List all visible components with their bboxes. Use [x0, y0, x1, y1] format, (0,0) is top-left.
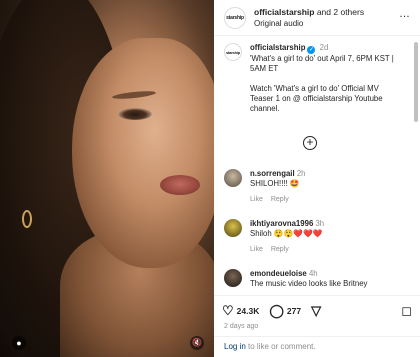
user-icon[interactable]: ●	[12, 336, 26, 350]
comment-username[interactable]: ikhtiyarovna1996	[250, 219, 313, 228]
post-media[interactable]: ● 🔇	[0, 0, 214, 357]
caption-time: 2d	[319, 43, 329, 52]
comment-like-button[interactable]: Like	[250, 196, 263, 203]
more-options-icon[interactable]: …	[399, 8, 410, 20]
header-audio[interactable]: Original audio	[254, 18, 364, 29]
header-username[interactable]: officialstarship	[254, 7, 314, 17]
caption-avatar[interactable]: starship	[224, 43, 242, 61]
media-earring	[22, 210, 32, 228]
post-side-panel: starship officialstarship and 2 others O…	[214, 0, 420, 357]
plus-circle-icon[interactable]: +	[303, 136, 317, 150]
post-caption: starship officialstarship ✓ 2d 'What's a …	[224, 43, 404, 114]
comment-username[interactable]: emondeueloise	[250, 269, 307, 278]
share-icon[interactable]: ▽	[311, 303, 321, 319]
comment-time: 3h	[315, 219, 325, 228]
comment-item: ikhtiyarovna1996 3h Shiloh 😲😲❤️❤️❤️ Like…	[224, 219, 410, 255]
comment-text: The music video looks like Britney	[250, 279, 368, 288]
login-link[interactable]: Log in	[224, 342, 246, 351]
comments-scroll-area[interactable]: starship officialstarship ✓ 2d 'What's a …	[214, 37, 420, 295]
comment-reply-button[interactable]: Reply	[271, 196, 289, 203]
caption-line2: Watch 'What's a girl to do' Official MV …	[250, 84, 383, 113]
comment-body: ikhtiyarovna1996 3h Shiloh 😲😲❤️❤️❤️ Like…	[250, 219, 324, 255]
login-prompt: Log in to like or comment.	[214, 336, 420, 357]
author-avatar-logo: starship	[226, 14, 244, 21]
comment-group: ◯ 277	[269, 303, 301, 319]
login-rest: to like or comment.	[245, 342, 316, 351]
comment-username[interactable]: n.sorrengail	[250, 169, 295, 178]
comment-time: 4h	[308, 269, 318, 278]
comment-icon[interactable]: ◯	[269, 303, 284, 319]
comment-body: n.sorrengail 2h SHILOH!!!! 🤩 Like Reply	[250, 169, 306, 205]
comment-text: SHILOH!!!! 🤩	[250, 179, 300, 188]
caption-text: officialstarship ✓ 2d 'What's a girl to d…	[250, 43, 404, 114]
caption-line1: 'What's a girl to do' out April 7, 6PM K…	[250, 54, 394, 73]
header-title: officialstarship and 2 others	[254, 7, 364, 18]
comment-actions: Like Reply	[250, 195, 306, 205]
like-count[interactable]: 24.3K	[237, 306, 260, 316]
caption-username[interactable]: officialstarship	[250, 43, 305, 52]
header-names: officialstarship and 2 others Original a…	[254, 7, 364, 29]
media-eye	[118, 108, 152, 120]
comment-reply-button[interactable]: Reply	[271, 246, 289, 253]
action-bar: ♡ 24.3K ◯ 277 ▽ ◻	[222, 302, 412, 320]
comment-actions: Like Reply	[250, 245, 324, 255]
author-avatar[interactable]: starship	[224, 6, 246, 29]
comment-text: Shiloh 😲😲❤️❤️❤️	[250, 229, 323, 238]
scrollbar-thumb[interactable]	[414, 42, 418, 122]
heart-icon[interactable]: ♡	[222, 303, 234, 319]
comment-avatar[interactable]	[224, 269, 242, 287]
comment-item: n.sorrengail 2h SHILOH!!!! 🤩 Like Reply	[224, 169, 410, 205]
comment-like-button[interactable]: Like	[250, 246, 263, 253]
comment-item: emondeueloise 4h The music video looks l…	[224, 269, 410, 289]
bookmark-icon[interactable]: ◻	[401, 303, 412, 319]
comment-body: emondeueloise 4h The music video looks l…	[250, 269, 367, 289]
header-others[interactable]: and 2 others	[314, 7, 364, 17]
mute-icon[interactable]: 🔇	[190, 336, 204, 350]
divider	[214, 295, 420, 296]
comment-avatar[interactable]	[224, 169, 242, 187]
media-lips	[160, 175, 200, 195]
comment-time: 2h	[296, 169, 306, 178]
comment-avatar[interactable]	[224, 219, 242, 237]
like-group: ♡ 24.3K	[222, 303, 259, 319]
comment-count[interactable]: 277	[287, 306, 301, 316]
media-face	[72, 38, 214, 268]
posted-ago: 2 days ago	[224, 323, 259, 330]
post-header: starship officialstarship and 2 others O…	[214, 0, 420, 36]
instagram-post-page: ● 🔇 starship officialstarship and 2 othe…	[0, 0, 420, 357]
caption-avatar-logo: starship	[226, 49, 240, 55]
verified-icon: ✓	[307, 46, 316, 54]
share-group: ▽	[311, 303, 324, 319]
